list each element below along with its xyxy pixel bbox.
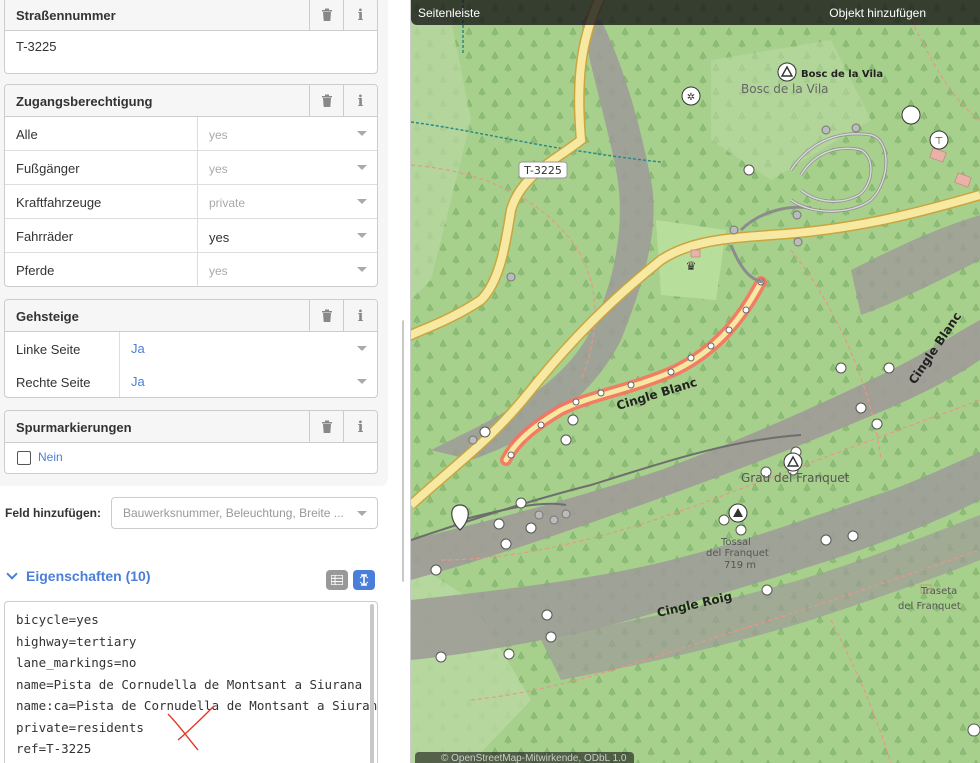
info-icon[interactable]: i [343, 0, 377, 30]
map-label: del Franquet [898, 601, 961, 612]
field-header: Gehsteige i [5, 300, 377, 332]
svg-text:✲: ✲ [687, 92, 695, 103]
sidebar-scrollbar[interactable] [402, 320, 404, 582]
field-header: Zugangsberechtigung i [5, 85, 377, 117]
chevron-down-icon[interactable] [357, 267, 367, 272]
map-label: Traseta [920, 586, 957, 597]
chevron-down-icon[interactable] [357, 511, 367, 516]
trash-icon[interactable] [309, 0, 343, 30]
sidewalk-row-left: Linke Seite Ja [5, 332, 377, 365]
map-toolbar: Seitenleiste Objekt hinzufügen [411, 0, 980, 25]
field-title: Gehsteige [16, 309, 79, 324]
access-bicycle-select[interactable]: yes [197, 219, 377, 252]
handwritten-cross-mark [167, 705, 215, 751]
field-access: Zugangsberechtigung i Alle yes Fußgänger… [4, 84, 378, 287]
road-ref-shield: T-3225 [523, 164, 562, 177]
field-title: Zugangsberechtigung [16, 94, 153, 109]
access-label: Alle [16, 127, 38, 142]
chevron-down-icon[interactable] [357, 379, 367, 384]
sidewalk-left-select[interactable]: Ja [119, 332, 377, 365]
tag-line: bicycle=yes [16, 612, 99, 627]
field-title: Spurmarkierungen [16, 420, 132, 435]
access-row-bicycle: Fahrräder yes [5, 219, 377, 253]
tag-line: lane_markings=no [16, 655, 137, 670]
tag-line: name=Pista de Cornudella de Montsant a S… [16, 676, 363, 692]
access-label: Pferde [16, 263, 55, 278]
access-label: Fahrräder [16, 229, 74, 244]
info-icon[interactable]: i [343, 411, 377, 442]
tag-editor-scrollbar[interactable] [370, 604, 374, 763]
info-icon[interactable]: i [343, 300, 377, 331]
sidewalk-label: Linke Seite [16, 342, 81, 357]
access-motor-vehicle-select[interactable]: private [197, 185, 377, 218]
access-horse-select[interactable]: yes [197, 253, 377, 286]
svg-text:⊤: ⊤ [935, 136, 944, 147]
map-canvas[interactable]: ✲ ⊤ ♛ Bosc de la Vila Bosc de la Vila Ci… [411, 0, 980, 763]
field-header: Straßennummer i [5, 0, 377, 31]
map-label: Grau del Franquet [741, 471, 850, 485]
map-label: del Franquet [706, 548, 769, 559]
attribution-text: © OpenStreetMap-Mitwirkende, ODbL 1.0 [441, 753, 627, 763]
map-label: 719 m [724, 560, 756, 571]
lane-markings-check-row: Nein [5, 443, 377, 473]
lane-markings-checkbox[interactable] [17, 451, 31, 465]
text-view-icon[interactable] [353, 570, 375, 590]
access-label: Fußgänger [16, 161, 80, 176]
trash-icon[interactable] [309, 411, 343, 442]
access-row-foot: Fußgänger yes [5, 151, 377, 185]
sidebar-toggle-button[interactable]: Seitenleiste [418, 6, 480, 20]
info-icon[interactable]: i [343, 85, 377, 116]
inspector-sidebar: Straßennummer i T-3225 Zugangsberechtigu… [0, 0, 404, 763]
tag-line: highway=tertiary [16, 633, 137, 649]
field-lane-markings: Spurmarkierungen i Nein [4, 410, 378, 474]
map-graphics: ✲ ⊤ ♛ Bosc de la Vila Bosc de la Vila Ci… [411, 0, 980, 763]
access-label: Kraftfahrzeuge [16, 195, 102, 210]
add-field-combobox[interactable]: Bauwerksnummer, Beleuchtung, Breite ... [111, 497, 378, 529]
add-field-label: Feld hinzufügen: [5, 506, 101, 520]
field-sidewalks: Gehsteige i Linke Seite Ja Rechte Seite … [4, 299, 378, 398]
chevron-down-icon[interactable] [357, 233, 367, 238]
add-field-placeholder: Bauwerksnummer, Beleuchtung, Breite ... [123, 506, 344, 520]
chevron-down-icon [6, 568, 18, 580]
chevron-down-icon[interactable] [357, 131, 367, 136]
map-label: Bosc de la Vila [801, 69, 883, 80]
add-feature-button[interactable]: Objekt hinzufügen [829, 6, 926, 20]
tags-heading: Eigenschaften (10) [26, 568, 151, 584]
sidewalk-row-right: Rechte Seite Ja [5, 365, 377, 397]
access-foot-select[interactable]: yes [197, 151, 377, 184]
street-number-input[interactable]: T-3225 [5, 31, 377, 62]
field-title: Straßennummer [16, 8, 116, 23]
sidewalk-right-select[interactable]: Ja [119, 365, 377, 397]
trash-icon[interactable] [309, 300, 343, 331]
sidewalk-label: Rechte Seite [16, 375, 91, 390]
tags-section-toggle[interactable]: Eigenschaften (10) [6, 568, 151, 584]
chevron-down-icon[interactable] [357, 346, 367, 351]
map-label: Tossal [720, 537, 751, 548]
access-row-horse: Pferde yes [5, 253, 377, 286]
list-view-icon[interactable] [326, 570, 348, 590]
access-row-all: Alle yes [5, 117, 377, 151]
svg-text:♛: ♛ [686, 259, 697, 273]
trash-icon[interactable] [309, 85, 343, 116]
access-all-select[interactable]: yes [197, 117, 377, 150]
chevron-down-icon[interactable] [357, 199, 367, 204]
field-street-number: Straßennummer i T-3225 [4, 0, 378, 74]
field-header: Spurmarkierungen i [5, 411, 377, 443]
chevron-down-icon[interactable] [357, 165, 367, 170]
map-attribution[interactable]: © OpenStreetMap-Mitwirkende, ODbL 1.0 [415, 752, 635, 763]
checkbox-label[interactable]: Nein [38, 450, 63, 464]
access-row-motor-vehicle: Kraftfahrzeuge private [5, 185, 377, 219]
map-label: Bosc de la Vila [741, 82, 829, 96]
